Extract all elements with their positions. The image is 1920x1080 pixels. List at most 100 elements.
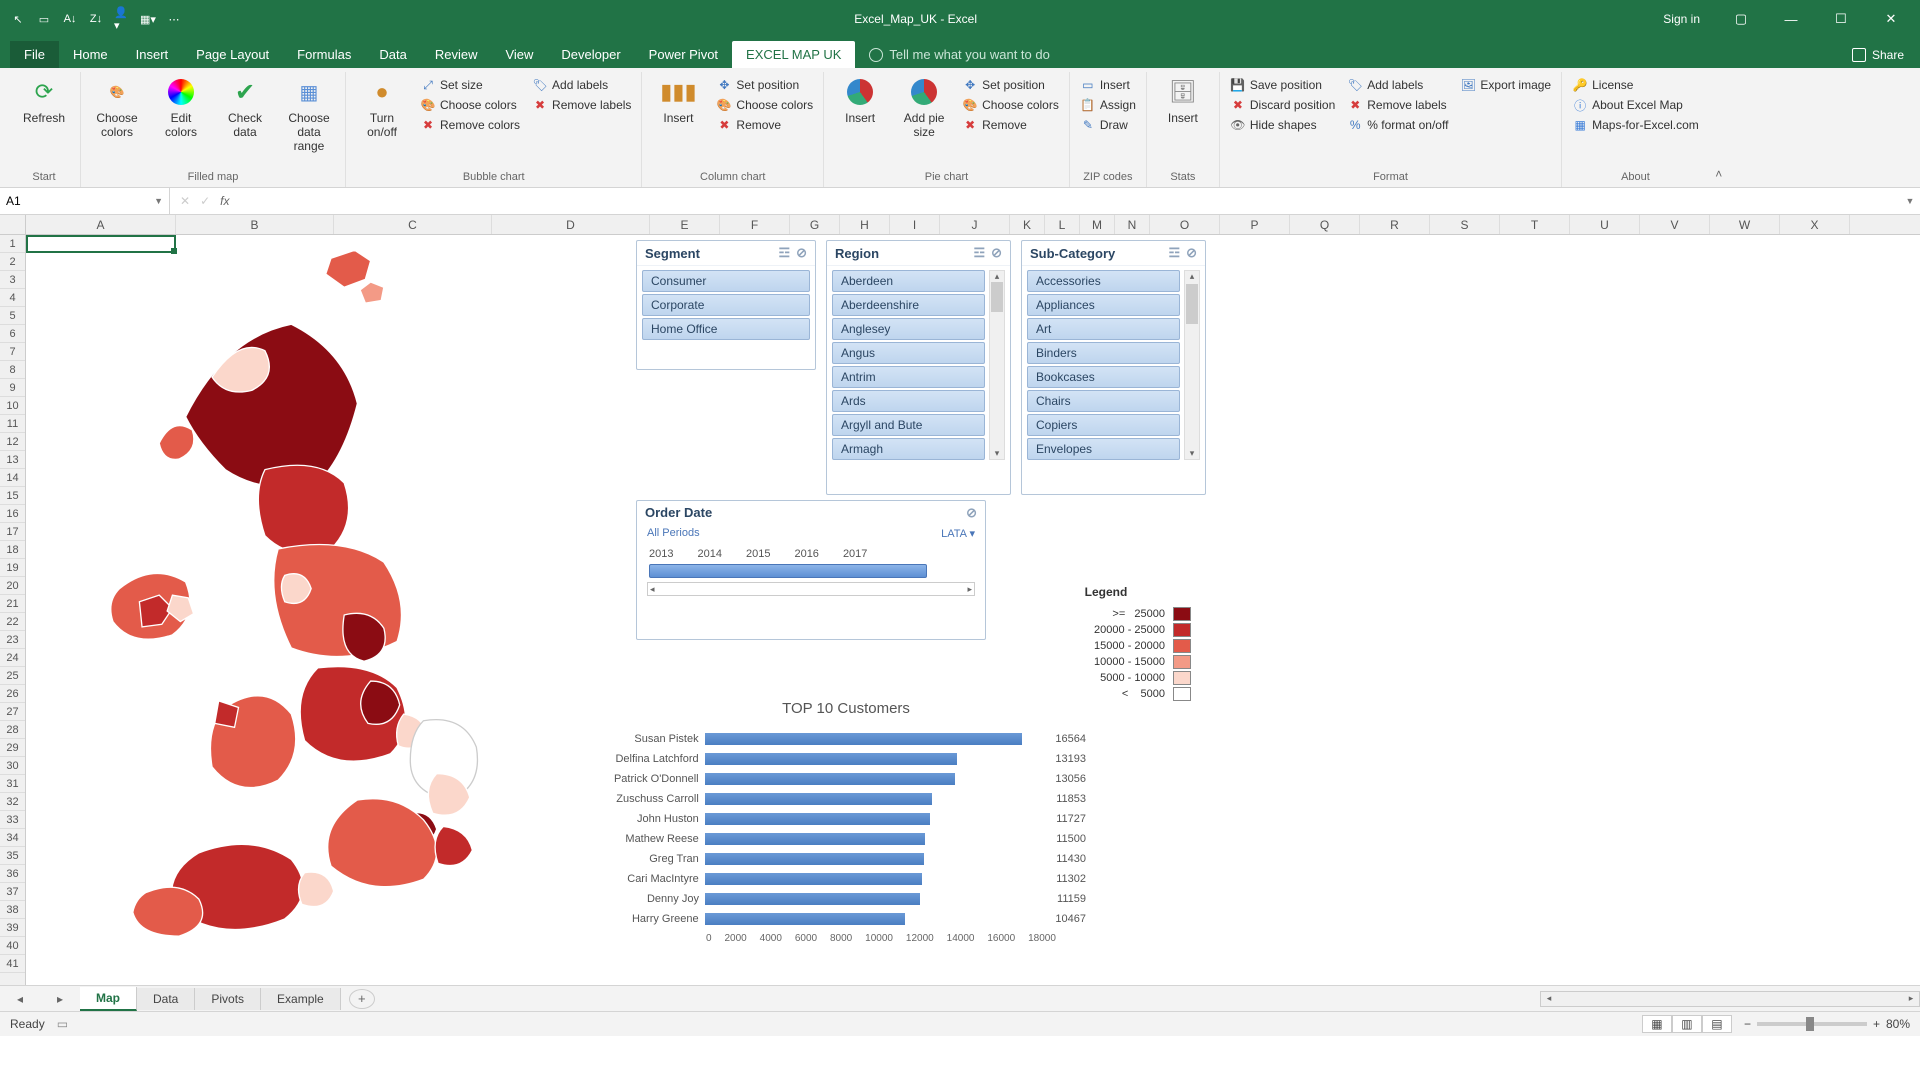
refresh-button[interactable]: ⟳ Refresh (16, 76, 72, 126)
column-header[interactable]: V (1640, 215, 1710, 234)
check-data-button[interactable]: ✔Check data (217, 76, 273, 140)
row-header[interactable]: 34 (0, 829, 25, 847)
expand-formula-bar-icon[interactable]: ▼ (1900, 196, 1920, 206)
row-header[interactable]: 40 (0, 937, 25, 955)
row-header[interactable]: 17 (0, 523, 25, 541)
col-remove-button[interactable]: ✖Remove (714, 116, 815, 134)
row-header[interactable]: 13 (0, 451, 25, 469)
slicer-item[interactable]: Bookcases (1027, 366, 1180, 388)
cells-area[interactable]: Segment☲⊘ ConsumerCorporateHome Office R… (26, 235, 1920, 985)
row-header[interactable]: 1 (0, 235, 25, 253)
slicer-item[interactable]: Consumer (642, 270, 810, 292)
column-header[interactable]: Q (1290, 215, 1360, 234)
column-header[interactable]: R (1360, 215, 1430, 234)
tab-insert[interactable]: Insert (122, 41, 183, 68)
slicer-item[interactable]: Argyll and Bute (832, 414, 985, 436)
tab-formulas[interactable]: Formulas (283, 41, 365, 68)
edit-colors-button[interactable]: Edit colors (153, 76, 209, 140)
row-header[interactable]: 21 (0, 595, 25, 613)
row-header[interactable]: 15 (0, 487, 25, 505)
qat-calc-icon[interactable]: ▦▾ (140, 11, 156, 27)
sheet-tab-example[interactable]: Example (261, 988, 341, 1010)
row-header[interactable]: 29 (0, 739, 25, 757)
tab-page-layout[interactable]: Page Layout (182, 41, 283, 68)
column-header[interactable]: H (840, 215, 890, 234)
zip-assign-button[interactable]: 📋Assign (1078, 96, 1138, 114)
slicer-item[interactable]: Home Office (642, 318, 810, 340)
row-header[interactable]: 37 (0, 883, 25, 901)
slicer-item[interactable]: Corporate (642, 294, 810, 316)
zip-draw-button[interactable]: ✎Draw (1078, 116, 1138, 134)
qat-cursor-icon[interactable]: ↖ (10, 11, 26, 27)
ribbon-display-options-icon[interactable]: ▢ (1718, 4, 1764, 34)
remove-colors-button[interactable]: ✖Remove colors (418, 116, 522, 134)
col-set-position-button[interactable]: ✥Set position (714, 76, 815, 94)
timeline-scrollbar[interactable]: ◂▸ (647, 582, 975, 596)
sheet-nav[interactable]: ◂▸ (0, 992, 80, 1006)
column-header[interactable]: N (1115, 215, 1150, 234)
tab-review[interactable]: Review (421, 41, 492, 68)
zoom-slider[interactable] (1757, 1022, 1867, 1026)
column-header[interactable]: F (720, 215, 790, 234)
row-header[interactable]: 7 (0, 343, 25, 361)
zip-insert-button[interactable]: ▭Insert (1078, 76, 1138, 94)
zoom-control[interactable]: − + 80% (1744, 1017, 1910, 1031)
row-header[interactable]: 38 (0, 901, 25, 919)
timeline-order-date[interactable]: Order Date⊘ All PeriodsLATA ▾ 2013201420… (636, 500, 986, 640)
qat-save-icon[interactable]: ▭ (36, 11, 52, 27)
row-header[interactable]: 4 (0, 289, 25, 307)
uk-map[interactable] (56, 245, 606, 985)
column-header[interactable]: D (492, 215, 650, 234)
pie-set-position-button[interactable]: ✥Set position (960, 76, 1061, 94)
slicer-subcategory[interactable]: Sub-Category☲⊘ AccessoriesAppliancesArtB… (1021, 240, 1206, 495)
clear-filter-icon[interactable]: ⊘ (1186, 245, 1197, 261)
row-header[interactable]: 3 (0, 271, 25, 289)
qat-user-icon[interactable]: 👤▾ (114, 11, 130, 27)
fmt-add-labels-button[interactable]: 🏷Add labels (1345, 76, 1450, 94)
chevron-down-icon[interactable]: ▼ (154, 196, 163, 206)
tab-view[interactable]: View (491, 41, 547, 68)
row-header[interactable]: 32 (0, 793, 25, 811)
row-header[interactable]: 25 (0, 667, 25, 685)
name-box[interactable]: ▼ (0, 188, 170, 214)
export-image-button[interactable]: 🖼Export image (1458, 76, 1553, 94)
slicer-item[interactable]: Accessories (1027, 270, 1180, 292)
slicer-item[interactable]: Appliances (1027, 294, 1180, 316)
qat-sort-asc-icon[interactable]: A↓ (62, 11, 78, 27)
column-header[interactable]: M (1080, 215, 1115, 234)
row-header[interactable]: 18 (0, 541, 25, 559)
column-header[interactable]: E (650, 215, 720, 234)
row-header[interactable]: 20 (0, 577, 25, 595)
row-header[interactable]: 35 (0, 847, 25, 865)
about-button[interactable]: ⓘAbout Excel Map (1570, 96, 1701, 114)
page-break-view-button[interactable]: ▤ (1702, 1015, 1732, 1033)
sheet-tab-map[interactable]: Map (80, 987, 137, 1011)
share-button[interactable]: Share (1836, 42, 1920, 68)
tab-developer[interactable]: Developer (547, 41, 634, 68)
name-box-input[interactable] (6, 194, 154, 208)
row-header[interactable]: 12 (0, 433, 25, 451)
row-header[interactable]: 26 (0, 685, 25, 703)
fmt-remove-labels-button[interactable]: ✖Remove labels (1345, 96, 1450, 114)
slicer-item[interactable]: Aberdeen (832, 270, 985, 292)
add-pie-size-button[interactable]: Add pie size (896, 76, 952, 140)
multiselect-icon[interactable]: ☲ (1168, 245, 1180, 261)
clear-filter-icon[interactable]: ⊘ (796, 245, 807, 261)
row-header[interactable]: 9 (0, 379, 25, 397)
tab-home[interactable]: Home (59, 41, 122, 68)
horizontal-scrollbar[interactable]: ◂▸ (1540, 991, 1920, 1007)
add-labels-button[interactable]: 🏷Add labels (530, 76, 633, 94)
license-button[interactable]: 🔑License (1570, 76, 1701, 94)
page-layout-view-button[interactable]: ▥ (1672, 1015, 1702, 1033)
row-header[interactable]: 30 (0, 757, 25, 775)
zoom-in-button[interactable]: + (1873, 1017, 1880, 1031)
slicer-item[interactable]: Ards (832, 390, 985, 412)
hide-shapes-button[interactable]: 👁Hide shapes (1228, 116, 1337, 134)
discard-position-button[interactable]: ✖Discard position (1228, 96, 1337, 114)
row-header[interactable]: 36 (0, 865, 25, 883)
tab-data[interactable]: Data (365, 41, 420, 68)
row-header[interactable]: 10 (0, 397, 25, 415)
row-header[interactable]: 28 (0, 721, 25, 739)
column-header[interactable]: T (1500, 215, 1570, 234)
column-header[interactable]: I (890, 215, 940, 234)
